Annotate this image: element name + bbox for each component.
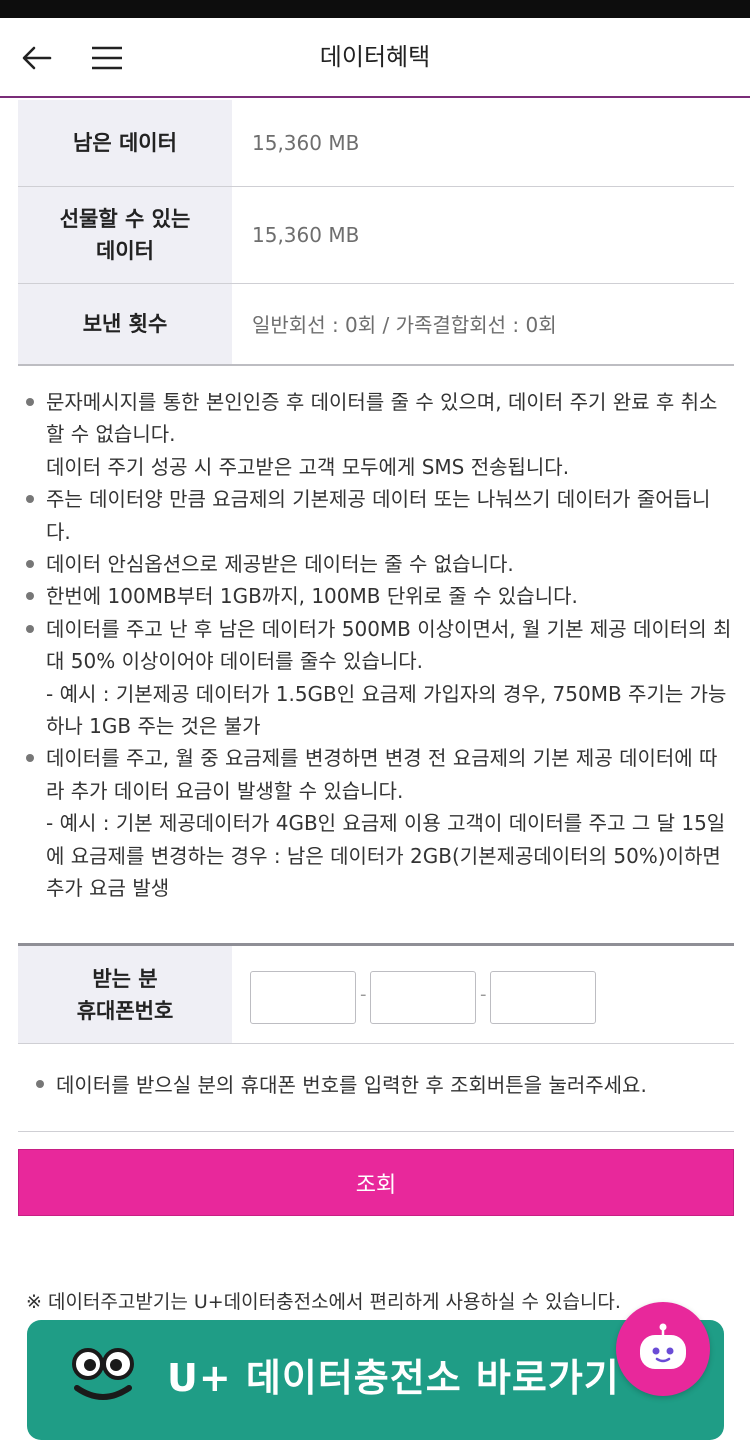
table-row: 보낸 횟수 일반회선 : 0회 / 가족결합회선 : 0회 bbox=[18, 283, 734, 365]
list-item: 주는 데이터양 만큼 요금제의 기본제공 데이터 또는 나눠쓰기 데이터가 줄어… bbox=[24, 483, 734, 548]
list-item: 데이터 안심옵션으로 제공받은 데이터는 줄 수 없습니다. bbox=[24, 548, 734, 580]
remaining-data-label: 남은 데이터 bbox=[18, 100, 232, 187]
giftable-data-label-text: 선물할 수 있는 데이터 bbox=[59, 206, 191, 263]
phone-hint-text: 데이터를 받으실 분의 휴대폰 번호를 입력한 후 조회버튼을 눌러주세요. bbox=[56, 1073, 647, 1097]
notice-subtext: - 예시 : 기본제공 데이터가 1.5GB인 요금제 가입자의 경우, 750… bbox=[46, 681, 727, 739]
data-info-table: 남은 데이터 15,360 MB 선물할 수 있는 데이터 15,360 MB … bbox=[18, 100, 734, 366]
footnote-text: ※ 데이터주고받기는 U+데이터충전소에서 편리하게 사용하실 수 있습니다. bbox=[26, 1291, 621, 1313]
notice-text: 주는 데이터양 만큼 요금제의 기본제공 데이터 또는 나눠쓰기 데이터가 줄어… bbox=[46, 487, 711, 544]
app-header: 데이터혜택 bbox=[0, 18, 750, 98]
notice-text: 문자메시지를 통한 본인인증 후 데이터를 줄 수 있으며, 데이터 주기 완료… bbox=[46, 390, 718, 447]
giftable-data-value: 15,360 MB bbox=[232, 186, 734, 284]
notice-text: 데이터 안심옵션으로 제공받은 데이터는 줄 수 없습니다. bbox=[46, 552, 514, 577]
recipient-phone-row: 받는 분 휴대폰번호 - - bbox=[18, 943, 734, 1044]
notice-list: 문자메시지를 통한 본인인증 후 데이터를 줄 수 있으며, 데이터 주기 완료… bbox=[24, 386, 734, 905]
phone-separator: - bbox=[360, 984, 367, 1005]
phone-separator: - bbox=[480, 984, 487, 1005]
phone-prefix-input[interactable] bbox=[250, 971, 356, 1024]
notice-subtext: - 예시 : 기본 제공데이터가 4GB인 요금제 이용 고객이 데이터를 주고… bbox=[46, 811, 726, 901]
bullet-dot bbox=[36, 1080, 44, 1088]
status-bar bbox=[0, 0, 750, 18]
phone-inputs: - - bbox=[232, 946, 734, 1043]
search-button[interactable]: 조회 bbox=[18, 1149, 734, 1216]
remaining-data-value: 15,360 MB bbox=[232, 100, 734, 187]
table-row: 남은 데이터 15,360 MB bbox=[18, 100, 734, 187]
recipient-phone-label-text: 받는 분 휴대폰번호 bbox=[76, 966, 174, 1023]
notice-text: 데이터를 주고 난 후 남은 데이터가 500MB 이상이면서, 월 기본 제공… bbox=[46, 616, 732, 674]
phone-middle-input[interactable] bbox=[370, 971, 476, 1024]
list-item: 문자메시지를 통한 본인인증 후 데이터를 줄 수 있으며, 데이터 주기 완료… bbox=[24, 386, 734, 483]
phone-last-input[interactable] bbox=[490, 971, 596, 1024]
charge-banner-text: U+ 데이터충전소 바로가기 bbox=[167, 1356, 620, 1400]
chatbot-icon bbox=[640, 1323, 686, 1369]
list-item: 데이터를 주고, 월 중 요금제를 변경하면 변경 전 요금제의 기본 제공 데… bbox=[24, 742, 734, 904]
recipient-phone-label: 받는 분 휴대폰번호 bbox=[18, 946, 232, 1043]
notice-text: 한번에 100MB부터 1GB까지, 100MB 단위로 줄 수 있습니다. bbox=[46, 584, 578, 609]
table-row: 선물할 수 있는 데이터 15,360 MB bbox=[18, 186, 734, 284]
notice-text: 데이터를 주고, 월 중 요금제를 변경하면 변경 전 요금제의 기본 제공 데… bbox=[46, 746, 718, 803]
chatbot-button[interactable] bbox=[616, 1302, 710, 1396]
list-item: 데이터를 주고 난 후 남은 데이터가 500MB 이상이면서, 월 기본 제공… bbox=[24, 613, 734, 743]
list-item: 한번에 100MB부터 1GB까지, 100MB 단위로 줄 수 있습니다. bbox=[24, 580, 734, 612]
mascot-eyes-icon bbox=[72, 1348, 134, 1400]
send-count-value: 일반회선 : 0회 / 가족결합회선 : 0회 bbox=[252, 313, 557, 338]
giftable-data-label: 선물할 수 있는 데이터 bbox=[18, 186, 232, 284]
send-count-label: 보낸 횟수 bbox=[18, 283, 232, 365]
phone-hint: 데이터를 받으실 분의 휴대폰 번호를 입력한 후 조회버튼을 눌러주세요. bbox=[18, 1058, 734, 1132]
notice-subtext: 데이터 주기 성공 시 주고받은 고객 모두에게 SMS 전송됩니다. bbox=[46, 454, 570, 479]
page-title: 데이터혜택 bbox=[319, 43, 431, 71]
